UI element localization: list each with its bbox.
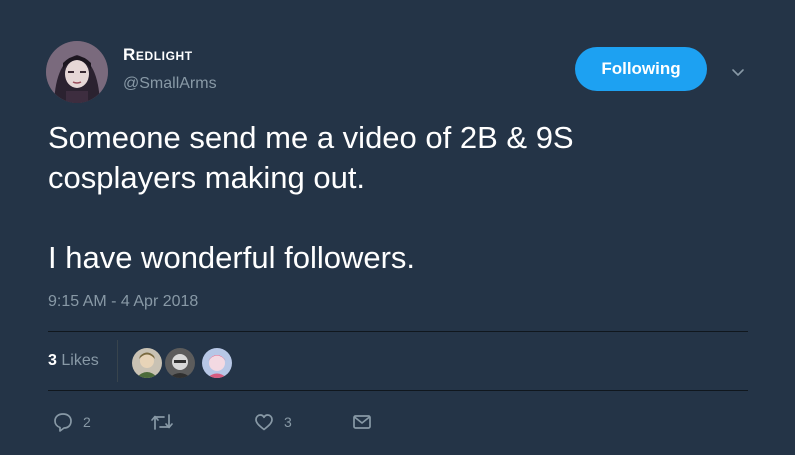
tweet-card: Redlight @SmallArms Following Someone se… (0, 0, 795, 455)
liker-avatar[interactable] (131, 347, 163, 379)
tweet-text-line: cosplayers making out. (48, 160, 366, 195)
tweet-text: Someone send me a video of 2B & 9S cospl… (48, 118, 748, 278)
direct-message-action[interactable] (351, 410, 382, 434)
retweet-action[interactable] (150, 410, 183, 434)
following-button[interactable]: Following (575, 47, 707, 91)
display-name[interactable]: Redlight (123, 45, 193, 65)
heart-icon (255, 414, 273, 431)
retweet-icon (151, 414, 173, 430)
likes-label: Likes (61, 352, 99, 369)
likes-number: 3 (48, 352, 57, 369)
reply-count: 2 (83, 414, 91, 430)
divider (48, 331, 748, 332)
reply-icon (54, 413, 72, 432)
tweet-text-line: Someone send me a video of 2B & 9S (48, 120, 574, 155)
tweet-text-line: I have wonderful followers. (48, 240, 416, 275)
like-count: 3 (284, 414, 292, 430)
chevron-down-icon[interactable] (728, 62, 748, 82)
reply-action[interactable]: 2 (52, 410, 91, 434)
liker-avatar[interactable] (201, 347, 233, 379)
user-handle[interactable]: @SmallArms (123, 75, 217, 93)
timestamp[interactable]: 9:15 AM - 4 Apr 2018 (48, 293, 198, 311)
envelope-icon (353, 415, 371, 429)
avatar[interactable] (46, 41, 108, 103)
divider (48, 390, 748, 391)
like-action[interactable]: 3 (253, 410, 292, 434)
likes-count[interactable]: 3 Likes (48, 352, 99, 370)
vertical-divider (117, 340, 118, 382)
liker-avatar[interactable] (164, 347, 196, 379)
